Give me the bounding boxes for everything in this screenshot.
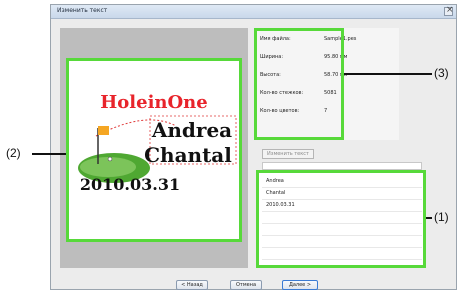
text-input-field[interactable] — [262, 162, 422, 170]
list-highlight — [256, 170, 426, 268]
edit-text-button[interactable]: Изменить текст — [262, 149, 314, 159]
close-icon[interactable] — [444, 5, 454, 16]
callout-3: (3) — [434, 66, 449, 80]
back-button[interactable]: < Назад — [176, 280, 208, 290]
callout-2-line — [32, 153, 66, 155]
cancel-button[interactable]: Отмена — [230, 280, 262, 290]
window-title: Изменить текст — [57, 7, 108, 14]
preview-highlight — [66, 58, 242, 242]
next-button[interactable]: Далее > — [282, 280, 318, 290]
info-highlight — [254, 28, 344, 140]
callout-2: (2) — [6, 146, 21, 160]
callout-3-line — [344, 73, 432, 75]
callout-1-line — [426, 217, 432, 219]
callout-1: (1) — [434, 210, 449, 224]
title-bar: Изменить текст — [51, 5, 456, 19]
